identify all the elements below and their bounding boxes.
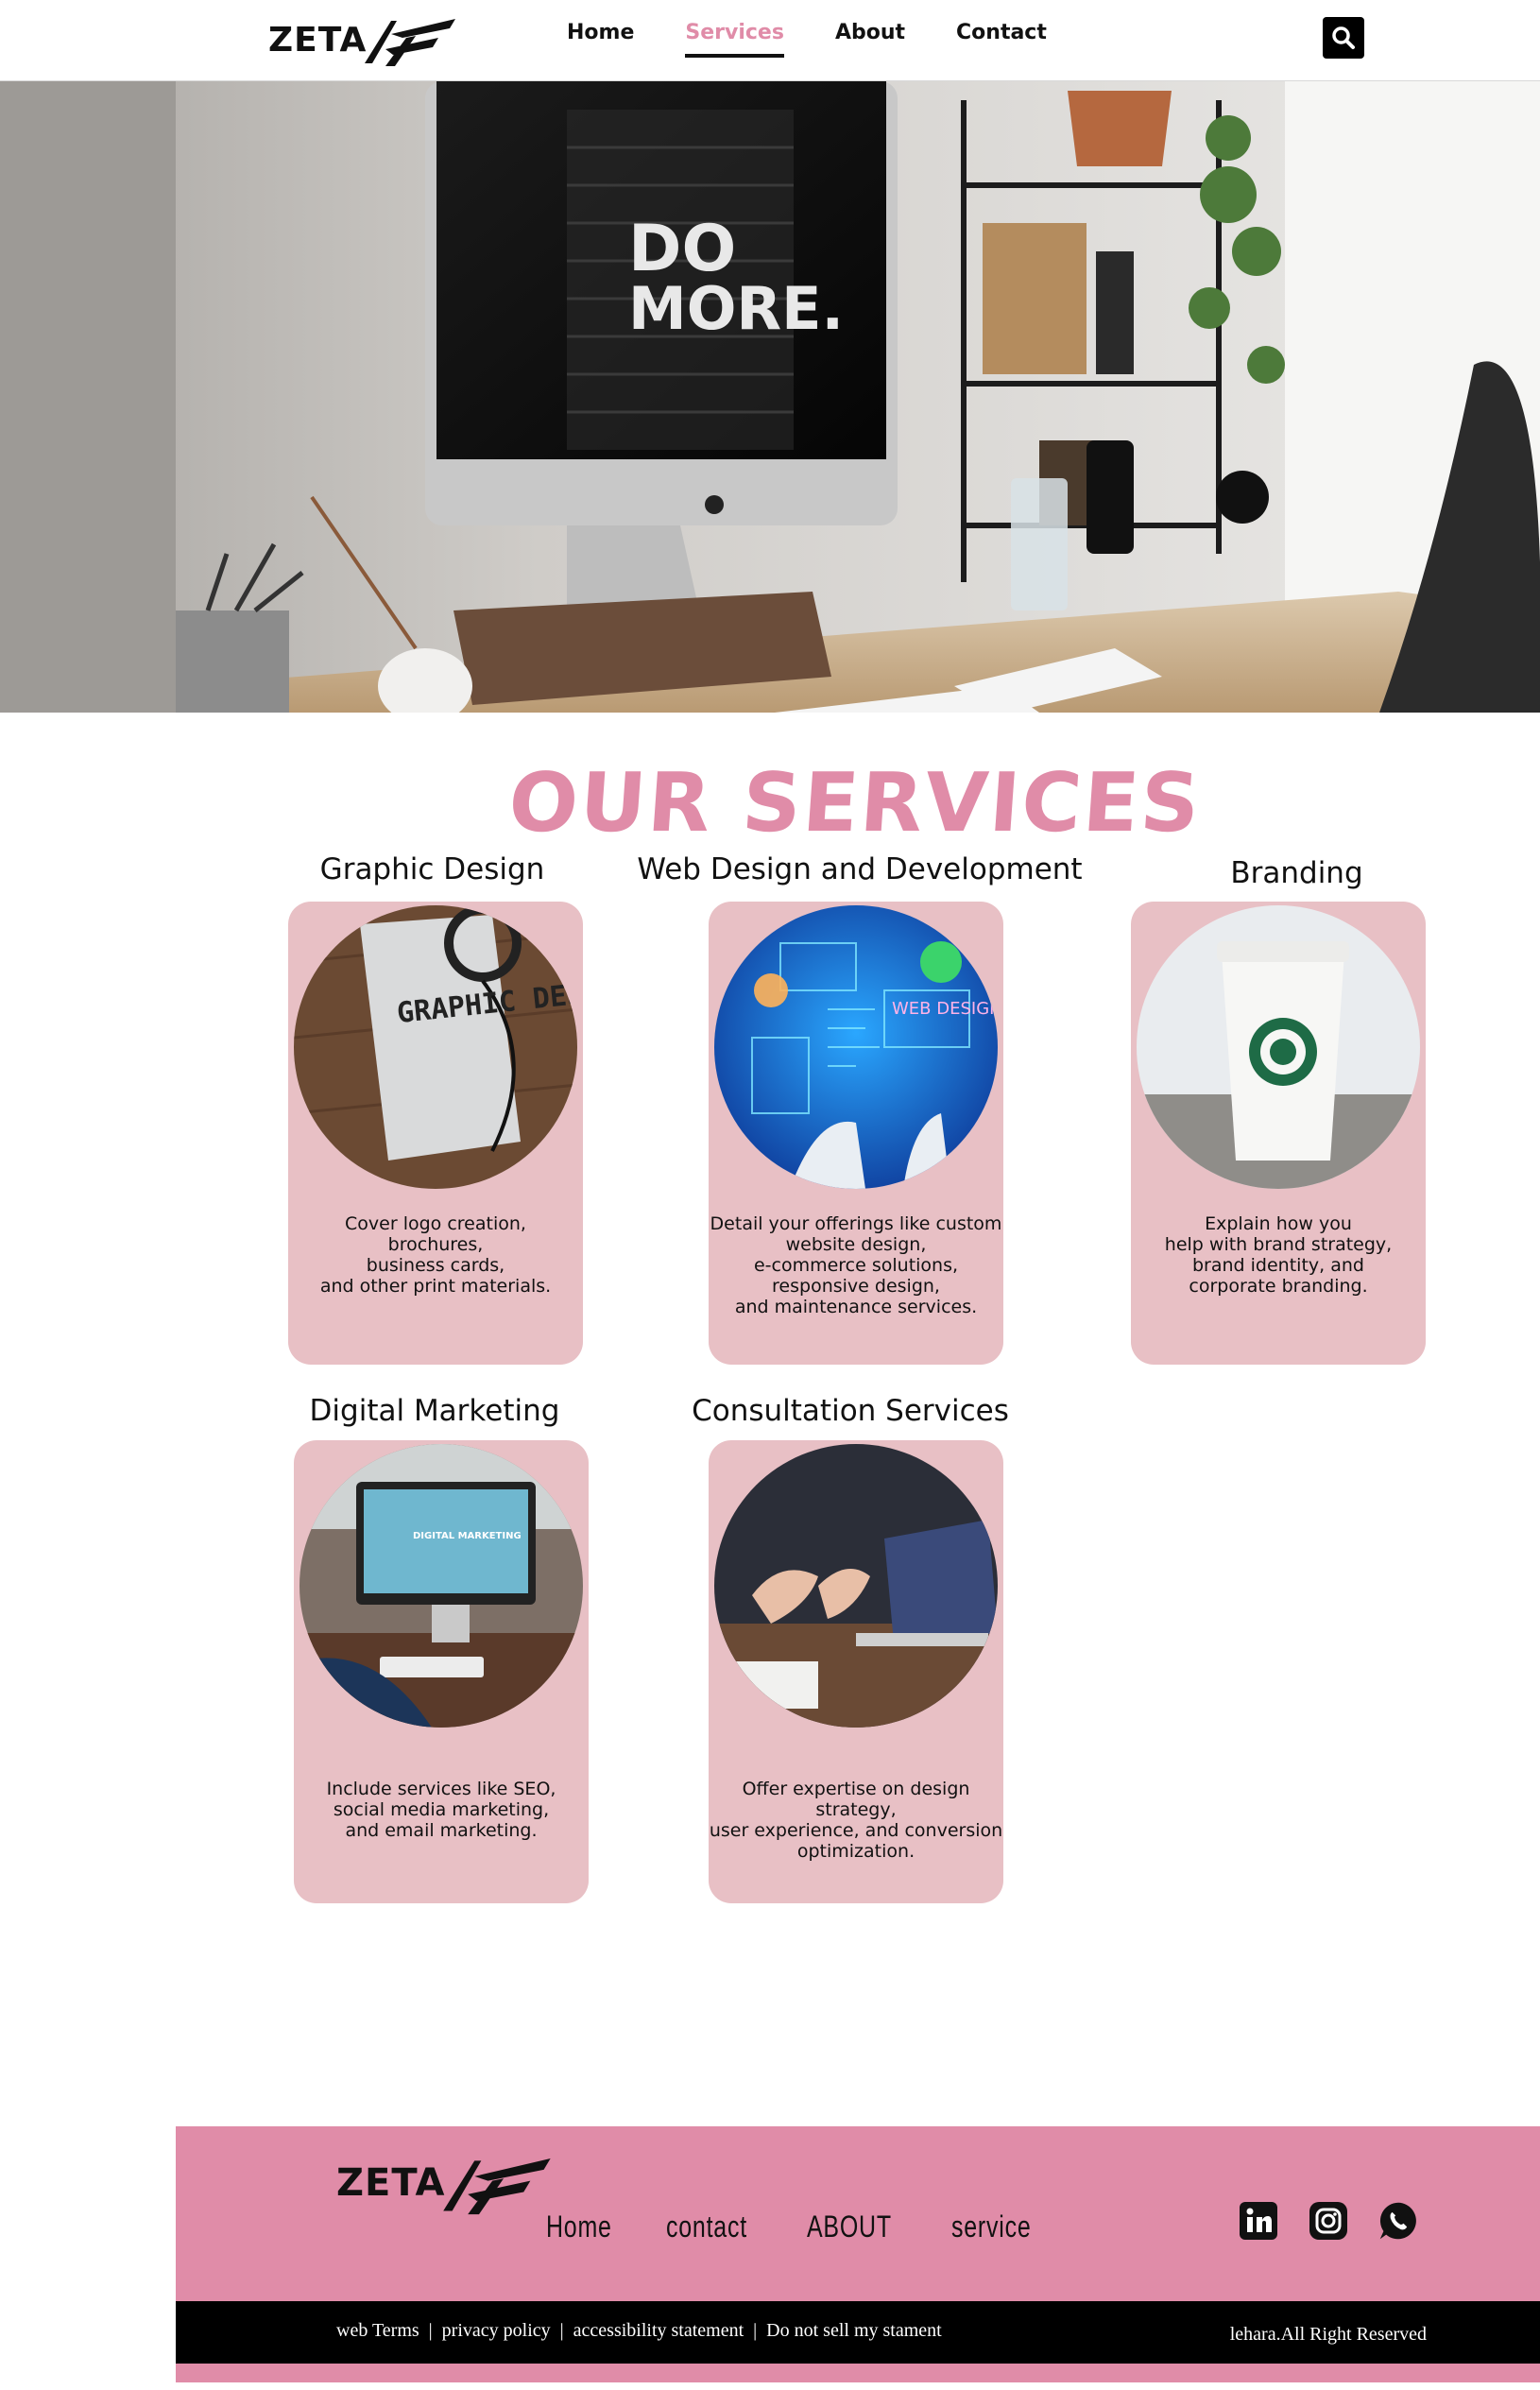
service-card-web-design[interactable]: WEB DESIGN Detail your offerings like cu…	[709, 902, 1003, 1365]
linkedin-icon[interactable]	[1238, 2200, 1279, 2242]
footer-nav-contact[interactable]: contact	[666, 2209, 747, 2244]
legal-accessibility-statement[interactable]: accessibility statement	[573, 2320, 744, 2342]
desc-line: Cover logo creation,	[345, 1213, 526, 1234]
service-title-web-design: Web Design and Development	[637, 852, 1083, 886]
hero-image: DO MORE.	[0, 81, 1540, 713]
services-heading: OUR SERVICES	[505, 756, 1205, 851]
branding-description: Explain how you help with brand strategy…	[1131, 1213, 1426, 1297]
main-nav: Home Services About Contact	[567, 17, 1098, 58]
desc-line: Offer expertise on design strategy,	[742, 1779, 970, 1820]
desc-line: corporate branding.	[1189, 1276, 1368, 1297]
header-logo[interactable]: ZETA	[268, 9, 457, 70]
desc-line: website design,	[785, 1234, 927, 1255]
legal-privacy-policy[interactable]: privacy policy	[442, 2320, 551, 2342]
instagram-icon[interactable]	[1308, 2200, 1349, 2242]
logo-mark-icon	[365, 19, 456, 66]
desc-line: help with brand strategy,	[1164, 1234, 1393, 1255]
desc-line: Explain how you	[1205, 1213, 1352, 1234]
desc-line: business cards,	[366, 1255, 505, 1276]
desc-line: optimization.	[796, 1841, 915, 1862]
service-card-graphic-design[interactable]: GRAPHIC DESIGN Cover logo creation, broc…	[288, 902, 583, 1365]
footer-logo-text: ZETA	[336, 2161, 446, 2205]
hero-screen-line2: MORE.	[628, 274, 844, 343]
footer-logo[interactable]: ZETA	[336, 2145, 553, 2221]
legal-links: web Terms | privacy policy | accessibili…	[336, 2320, 942, 2342]
legal-web-terms[interactable]: web Terms	[336, 2320, 419, 2342]
footer-bottom-bar: web Terms | privacy policy | accessibili…	[176, 2301, 1540, 2364]
desc-line: and other print materials.	[319, 1276, 552, 1297]
nav-services[interactable]: Services	[685, 17, 784, 58]
desc-line: social media marketing,	[333, 1799, 550, 1820]
desc-line: brand identity, and	[1192, 1255, 1364, 1276]
web-design-image: WEB DESIGN	[714, 905, 998, 1189]
service-title-branding: Branding	[1230, 856, 1363, 890]
web-design-overlay-text: WEB DESIGN	[892, 999, 998, 1019]
service-title-graphic-design: Graphic Design	[319, 852, 545, 886]
social-links	[1238, 2200, 1419, 2242]
service-card-consultation[interactable]: Offer expertise on design strategy, user…	[709, 1440, 1003, 1903]
whatsapp-icon[interactable]	[1377, 2200, 1419, 2242]
desc-line: e-commerce solutions,	[753, 1255, 959, 1276]
branding-image	[1137, 905, 1420, 1189]
footer-nav: Home contact ABOUT service	[546, 2209, 1089, 2244]
site-footer: ZETA Home contact ABOUT service	[176, 2126, 1540, 2301]
service-card-digital-marketing[interactable]: DIGITAL MARKETING Include services like …	[294, 1440, 589, 1903]
consultation-description: Offer expertise on design strategy, user…	[709, 1779, 1003, 1862]
legal-separator: |	[559, 2320, 564, 2341]
desc-line: and email marketing.	[345, 1820, 538, 1841]
desc-line: responsive design,	[772, 1276, 940, 1297]
desc-line: brochures,	[387, 1234, 484, 1255]
legal-do-not-sell[interactable]: Do not sell my stament	[766, 2320, 942, 2342]
nav-about[interactable]: About	[835, 17, 905, 58]
service-title-consultation: Consultation Services	[692, 1394, 1009, 1428]
footer-pink-strip	[176, 2364, 1540, 2382]
logo-text: ZETA	[268, 20, 368, 60]
desc-line: user experience, and conversion	[709, 1820, 1003, 1841]
footer-logo-mark-icon	[443, 2158, 552, 2215]
digital-marketing-image: DIGITAL MARKETING	[299, 1444, 583, 1728]
graphic-design-description: Cover logo creation, brochures, business…	[288, 1213, 583, 1297]
consultation-image	[714, 1444, 998, 1728]
graphic-design-image: GRAPHIC DESIGN	[294, 905, 577, 1189]
service-title-digital-marketing: Digital Marketing	[309, 1394, 560, 1428]
copyright-text: lehara.All Right Reserved	[1229, 2324, 1427, 2345]
hero-desk-illustration: DO MORE.	[0, 81, 1540, 713]
nav-home[interactable]: Home	[567, 17, 634, 58]
desc-line: and maintenance services.	[734, 1297, 978, 1317]
web-design-description: Detail your offerings like custom websit…	[709, 1213, 1003, 1317]
legal-separator: |	[428, 2320, 433, 2341]
service-card-branding[interactable]: Explain how you help with brand strategy…	[1131, 902, 1426, 1365]
legal-separator: |	[753, 2320, 758, 2341]
digital-marketing-screen-text: DIGITAL MARKETING	[413, 1531, 522, 1541]
footer-nav-service[interactable]: service	[951, 2209, 1032, 2244]
search-button[interactable]	[1323, 17, 1364, 59]
desc-line: Detail your offerings like custom	[710, 1213, 1002, 1234]
site-header: ZETA Home Services About Contact	[0, 0, 1540, 81]
footer-nav-home[interactable]: Home	[546, 2209, 612, 2244]
digital-marketing-description: Include services like SEO, social media …	[294, 1779, 589, 1841]
nav-contact[interactable]: Contact	[956, 17, 1047, 58]
footer-nav-about[interactable]: ABOUT	[807, 2209, 892, 2244]
search-icon	[1332, 26, 1355, 49]
desc-line: Include services like SEO,	[326, 1779, 556, 1799]
